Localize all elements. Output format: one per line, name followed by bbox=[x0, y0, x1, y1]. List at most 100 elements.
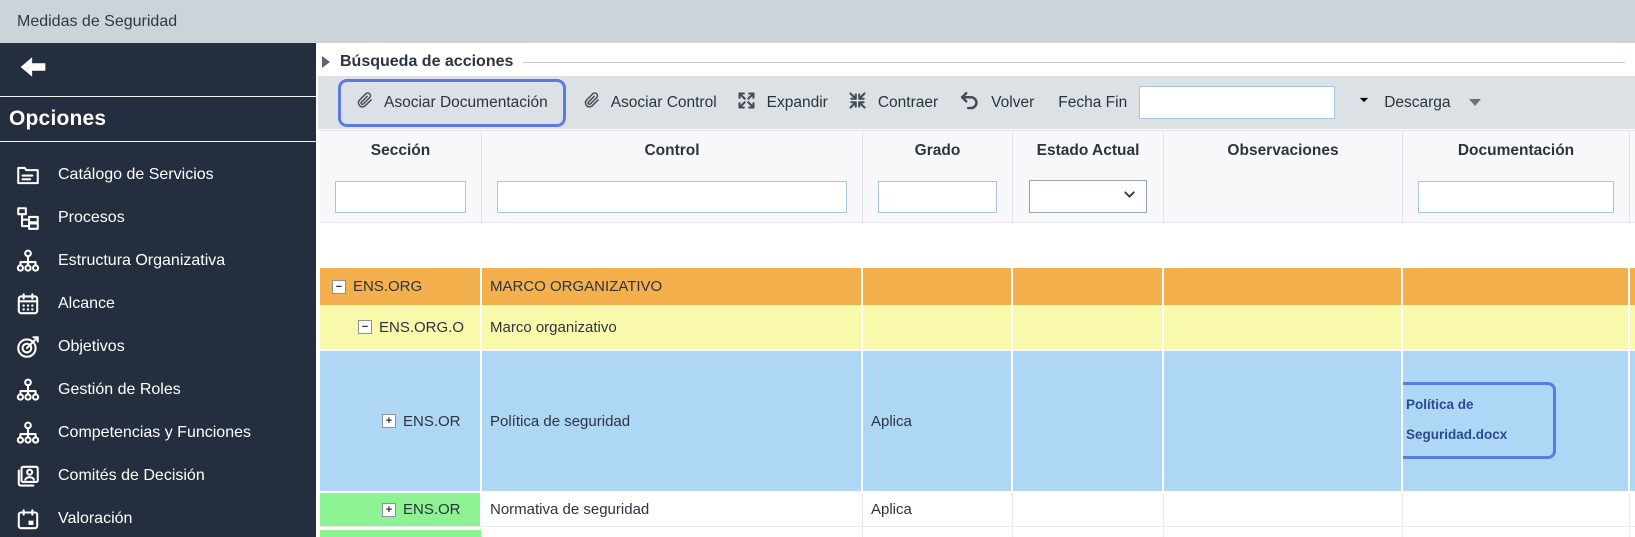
collapse-expander-icon[interactable]: − bbox=[332, 280, 346, 294]
main-content: Búsqueda de acciones Asociar Documentaci… bbox=[316, 43, 1635, 537]
asociar-documentacion-button[interactable]: Asociar Documentación bbox=[356, 89, 548, 116]
table-filter-row bbox=[320, 171, 1635, 223]
sidebar-item-gestion-de-roles[interactable]: Gestión de Roles bbox=[0, 368, 316, 411]
documentation-link[interactable]: Política de Seguridad.docx bbox=[1403, 382, 1556, 459]
expandir-button[interactable]: Expandir bbox=[736, 90, 828, 116]
sidebar-item-procesos[interactable]: Procesos bbox=[0, 196, 316, 239]
sidebar-item-label: Comités de Decisión bbox=[58, 467, 205, 485]
arrow-left-icon bbox=[18, 55, 48, 84]
download-icon bbox=[1354, 89, 1374, 116]
sidebar-item-alcance[interactable]: Alcance bbox=[0, 282, 316, 325]
column-header-documentacion[interactable]: Documentación bbox=[1403, 131, 1630, 171]
documentacion-value bbox=[1403, 305, 1630, 349]
toolbar: Asociar Documentación Asociar Control Ex… bbox=[318, 76, 1635, 129]
sidebar-item-catalogo-de-servicios[interactable]: Catálogo de Servicios bbox=[0, 153, 316, 196]
divider bbox=[523, 62, 1625, 63]
control-value: Política de seguridad bbox=[482, 351, 863, 491]
seccion-value: ENS.ORG.O bbox=[379, 319, 464, 336]
app-header: Medidas de Seguridad bbox=[0, 0, 1635, 43]
sidebar-menu: Catálogo de Servicios Procesos Estructur… bbox=[0, 153, 316, 537]
filter-seccion-input[interactable] bbox=[335, 181, 466, 213]
disclosure-triangle-icon[interactable] bbox=[322, 56, 330, 68]
search-panel-header: Búsqueda de acciones bbox=[322, 49, 1631, 75]
estado-value bbox=[1013, 305, 1164, 349]
sidebar-item-label: Procesos bbox=[58, 209, 125, 227]
grado-value bbox=[863, 268, 1013, 305]
seccion-value: ENS.ORG bbox=[353, 278, 422, 295]
sidebar-item-label: Alcance bbox=[58, 295, 115, 313]
descarga-button[interactable]: Descarga bbox=[1354, 89, 1480, 116]
contraer-button[interactable]: Contraer bbox=[847, 90, 938, 116]
asociar-control-button[interactable]: Asociar Control bbox=[583, 89, 717, 116]
expand-icon bbox=[736, 90, 757, 116]
sidebar-item-label: Gestión de Roles bbox=[58, 381, 181, 399]
table-header-row: Sección Control Grado Estado Actual Obse… bbox=[320, 130, 1635, 171]
documentacion-cell: Política de Seguridad.docx bbox=[1403, 351, 1630, 491]
sitemap-icon bbox=[13, 204, 43, 232]
grado-value: Aplica bbox=[863, 493, 1013, 527]
observaciones-value bbox=[1164, 351, 1403, 491]
expand-expander-icon[interactable]: + bbox=[382, 503, 396, 517]
expand-expander-icon[interactable]: + bbox=[382, 414, 396, 428]
fecha-fin-label: Fecha Fin bbox=[1058, 94, 1127, 112]
fecha-fin-input[interactable] bbox=[1139, 86, 1335, 119]
filter-observaciones-empty bbox=[1164, 171, 1403, 222]
back-button[interactable] bbox=[0, 43, 316, 97]
filter-control-input[interactable] bbox=[497, 181, 847, 213]
empty-row bbox=[320, 223, 1635, 268]
documentacion-value bbox=[1403, 268, 1630, 305]
filter-grado-input[interactable] bbox=[878, 181, 997, 213]
table-row-marco-organizativo-sub[interactable]: − ENS.ORG.O Marco organizativo bbox=[320, 305, 1635, 349]
asociar-documentacion-label: Asociar Documentación bbox=[384, 94, 548, 112]
org-tree-icon bbox=[13, 376, 43, 404]
chevron-down-icon[interactable] bbox=[1469, 99, 1481, 106]
asociar-control-label: Asociar Control bbox=[611, 94, 717, 112]
contract-icon bbox=[847, 90, 868, 116]
calendar-check-icon bbox=[13, 505, 43, 533]
sidebar-heading: Opciones bbox=[0, 97, 316, 142]
volver-label: Volver bbox=[991, 94, 1034, 112]
seccion-value: ENS.OR bbox=[403, 501, 461, 518]
table-row-normativa-de-seguridad[interactable]: + ENS.OR Normativa de seguridad Aplica bbox=[320, 493, 1635, 527]
sidebar-item-competencias-y-funciones[interactable]: Competencias y Funciones bbox=[0, 411, 316, 454]
column-header-seccion[interactable]: Sección bbox=[320, 131, 482, 171]
observaciones-value bbox=[1164, 493, 1403, 527]
control-value: Marco organizativo bbox=[482, 305, 863, 349]
documentacion-value bbox=[1403, 493, 1630, 527]
control-value: Normativa de seguridad bbox=[482, 493, 863, 527]
search-panel-title: Búsqueda de acciones bbox=[340, 53, 513, 71]
paperclip-icon bbox=[356, 89, 374, 116]
sidebar-item-estructura-organizativa[interactable]: Estructura Organizativa bbox=[0, 239, 316, 282]
control-value: MARCO ORGANIZATIVO bbox=[482, 268, 863, 305]
column-header-observaciones[interactable]: Observaciones bbox=[1164, 131, 1403, 171]
table-row-politica-de-seguridad-selected[interactable]: + ENS.OR Política de seguridad Aplica Po… bbox=[320, 351, 1635, 491]
seccion-value: ENS.OR bbox=[403, 413, 461, 430]
id-card-icon bbox=[13, 462, 43, 490]
column-header-estado-actual[interactable]: Estado Actual bbox=[1013, 131, 1164, 171]
table-row-partial bbox=[320, 530, 1635, 537]
filter-documentacion-input[interactable] bbox=[1418, 181, 1614, 213]
filter-extra-empty bbox=[1630, 171, 1635, 222]
table-row-marco-organizativo-group[interactable]: − ENS.ORG MARCO ORGANIZATIVO bbox=[320, 268, 1635, 305]
sidebar: Opciones Catálogo de Servicios Procesos … bbox=[0, 43, 316, 537]
sidebar-item-label: Valoración bbox=[58, 510, 132, 528]
estado-value bbox=[1013, 351, 1164, 491]
target-icon bbox=[13, 333, 43, 361]
estado-value bbox=[1013, 268, 1164, 305]
observaciones-value bbox=[1164, 305, 1403, 349]
observaciones-value bbox=[1164, 268, 1403, 305]
sidebar-item-valoracion[interactable]: Valoración bbox=[0, 497, 316, 537]
estado-value bbox=[1013, 493, 1164, 527]
column-header-control[interactable]: Control bbox=[482, 131, 863, 171]
paperclip-icon bbox=[583, 89, 601, 116]
column-header-grado[interactable]: Grado bbox=[863, 131, 1013, 171]
annotation-highlight-box: Asociar Documentación bbox=[338, 79, 566, 127]
sidebar-item-label: Estructura Organizativa bbox=[58, 252, 225, 270]
sidebar-item-objetivos[interactable]: Objetivos bbox=[0, 325, 316, 368]
sidebar-item-comites-de-decision[interactable]: Comités de Decisión bbox=[0, 454, 316, 497]
filter-estado-select[interactable] bbox=[1029, 180, 1147, 213]
volver-button[interactable]: Volver bbox=[957, 89, 1034, 116]
calendar-icon bbox=[13, 290, 43, 318]
chevron-down-icon bbox=[1121, 186, 1138, 207]
collapse-expander-icon[interactable]: − bbox=[358, 320, 372, 334]
